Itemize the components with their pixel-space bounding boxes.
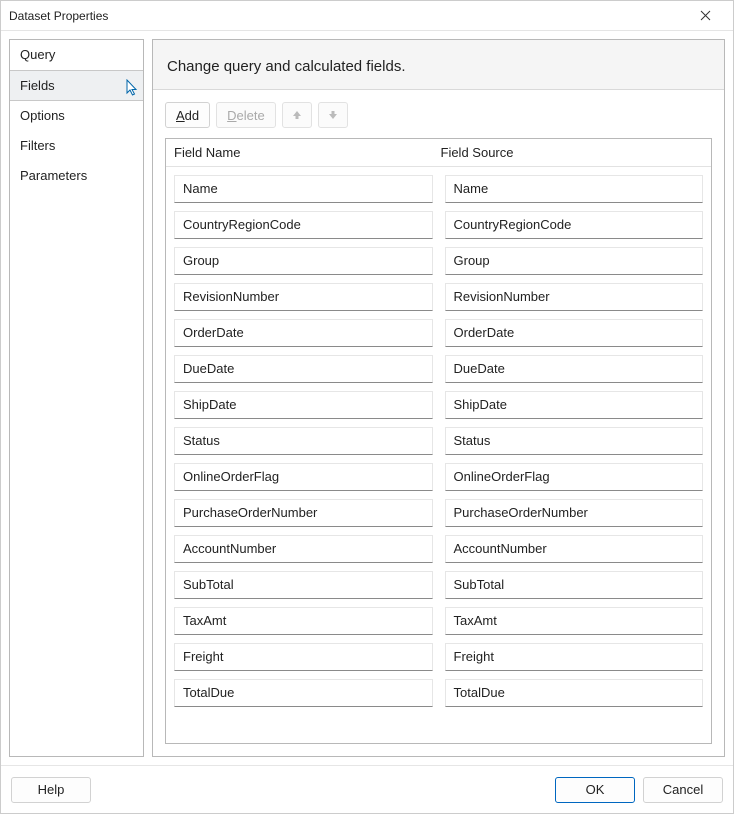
header-field-source[interactable]: Field Source bbox=[437, 145, 704, 160]
table-row[interactable]: ShipDate ShipDate bbox=[170, 387, 707, 423]
field-source-cell[interactable]: Group bbox=[445, 247, 704, 275]
field-source-cell[interactable]: RevisionNumber bbox=[445, 283, 704, 311]
field-source-cell[interactable]: ShipDate bbox=[445, 391, 704, 419]
field-source-cell[interactable]: CountryRegionCode bbox=[445, 211, 704, 239]
dialog-footer: Help OK Cancel bbox=[1, 765, 733, 813]
grid-header: Field Name Field Source bbox=[166, 139, 711, 167]
close-icon bbox=[700, 10, 711, 21]
field-name-cell[interactable]: PurchaseOrderNumber bbox=[174, 499, 433, 527]
table-row[interactable]: PurchaseOrderNumber PurchaseOrderNumber bbox=[170, 495, 707, 531]
field-name-cell[interactable]: AccountNumber bbox=[174, 535, 433, 563]
table-row[interactable]: OnlineOrderFlag OnlineOrderFlag bbox=[170, 459, 707, 495]
field-name-cell[interactable]: DueDate bbox=[174, 355, 433, 383]
table-row[interactable]: Freight Freight bbox=[170, 639, 707, 675]
delete-rest: elete bbox=[237, 108, 265, 123]
table-row[interactable]: Status Status bbox=[170, 423, 707, 459]
field-name-cell[interactable]: TaxAmt bbox=[174, 607, 433, 635]
table-row[interactable]: Group Group bbox=[170, 243, 707, 279]
fields-grid: Field Name Field Source Name Name CountryR… bbox=[165, 138, 712, 744]
table-row[interactable]: CountryRegionCode CountryRegionCode bbox=[170, 207, 707, 243]
sidebar-item-label: Fields bbox=[20, 78, 55, 93]
close-button[interactable] bbox=[685, 10, 725, 21]
field-source-cell[interactable]: TaxAmt bbox=[445, 607, 704, 635]
sidebar-item-label: Query bbox=[20, 47, 55, 62]
page-heading: Change query and calculated fields. bbox=[153, 40, 724, 89]
field-source-cell[interactable]: PurchaseOrderNumber bbox=[445, 499, 704, 527]
add-mnemonic: A bbox=[176, 108, 185, 123]
sidebar-item-fields[interactable]: Fields bbox=[10, 70, 143, 101]
add-button[interactable]: Add bbox=[165, 102, 210, 128]
field-name-cell[interactable]: OrderDate bbox=[174, 319, 433, 347]
field-name-cell[interactable]: RevisionNumber bbox=[174, 283, 433, 311]
ok-label: OK bbox=[586, 782, 605, 797]
sidebar: Query Fields Options Filters Parameters bbox=[9, 39, 144, 757]
move-down-button[interactable] bbox=[318, 102, 348, 128]
sidebar-item-parameters[interactable]: Parameters bbox=[10, 161, 143, 191]
arrow-down-icon bbox=[328, 110, 338, 120]
main-content: Add Delete bbox=[153, 89, 724, 756]
main-panel: Change query and calculated fields. Add … bbox=[152, 39, 725, 757]
toolbar: Add Delete bbox=[165, 102, 712, 128]
field-name-cell[interactable]: OnlineOrderFlag bbox=[174, 463, 433, 491]
delete-mnemonic: D bbox=[227, 108, 236, 123]
sidebar-item-query[interactable]: Query bbox=[10, 40, 143, 70]
table-row[interactable]: RevisionNumber RevisionNumber bbox=[170, 279, 707, 315]
field-source-cell[interactable]: Freight bbox=[445, 643, 704, 671]
table-row[interactable]: TotalDue TotalDue bbox=[170, 675, 707, 711]
add-rest: dd bbox=[185, 108, 199, 123]
table-row[interactable]: OrderDate OrderDate bbox=[170, 315, 707, 351]
delete-button[interactable]: Delete bbox=[216, 102, 276, 128]
help-button[interactable]: Help bbox=[11, 777, 91, 803]
field-source-cell[interactable]: AccountNumber bbox=[445, 535, 704, 563]
sidebar-item-label: Filters bbox=[20, 138, 55, 153]
ok-button[interactable]: OK bbox=[555, 777, 635, 803]
table-row[interactable]: DueDate DueDate bbox=[170, 351, 707, 387]
field-source-cell[interactable]: OnlineOrderFlag bbox=[445, 463, 704, 491]
sidebar-item-filters[interactable]: Filters bbox=[10, 131, 143, 161]
field-name-cell[interactable]: Status bbox=[174, 427, 433, 455]
window-title: Dataset Properties bbox=[9, 9, 685, 23]
dialog-window: Dataset Properties Query Fields Options … bbox=[0, 0, 734, 814]
arrow-up-icon bbox=[292, 110, 302, 120]
field-source-cell[interactable]: Status bbox=[445, 427, 704, 455]
table-row[interactable]: AccountNumber AccountNumber bbox=[170, 531, 707, 567]
table-row[interactable]: Name Name bbox=[170, 171, 707, 207]
sidebar-item-label: Options bbox=[20, 108, 65, 123]
field-name-cell[interactable]: Group bbox=[174, 247, 433, 275]
dialog-body: Query Fields Options Filters Parameters … bbox=[1, 31, 733, 765]
field-name-cell[interactable]: Name bbox=[174, 175, 433, 203]
field-name-cell[interactable]: Freight bbox=[174, 643, 433, 671]
field-source-cell[interactable]: TotalDue bbox=[445, 679, 704, 707]
grid-body[interactable]: NameNameCountryRegionCodeCountryRegionCo… bbox=[166, 167, 711, 743]
cancel-button[interactable]: Cancel bbox=[643, 777, 723, 803]
field-name-cell[interactable]: CountryRegionCode bbox=[174, 211, 433, 239]
field-name-cell[interactable]: SubTotal bbox=[174, 571, 433, 599]
field-source-cell[interactable]: SubTotal bbox=[445, 571, 704, 599]
cancel-label: Cancel bbox=[663, 782, 703, 797]
field-source-cell[interactable]: Name bbox=[445, 175, 704, 203]
titlebar: Dataset Properties bbox=[1, 1, 733, 31]
field-name-cell[interactable]: ShipDate bbox=[174, 391, 433, 419]
field-name-cell[interactable]: TotalDue bbox=[174, 679, 433, 707]
help-label: Help bbox=[38, 782, 65, 797]
sidebar-item-options[interactable]: Options bbox=[10, 101, 143, 131]
sidebar-item-label: Parameters bbox=[20, 168, 87, 183]
header-field-name[interactable]: Field Name bbox=[174, 145, 437, 160]
field-source-cell[interactable]: OrderDate bbox=[445, 319, 704, 347]
table-row[interactable]: TaxAmt TaxAmt bbox=[170, 603, 707, 639]
table-row[interactable]: SubTotal SubTotal bbox=[170, 567, 707, 603]
move-up-button[interactable] bbox=[282, 102, 312, 128]
field-source-cell[interactable]: DueDate bbox=[445, 355, 704, 383]
